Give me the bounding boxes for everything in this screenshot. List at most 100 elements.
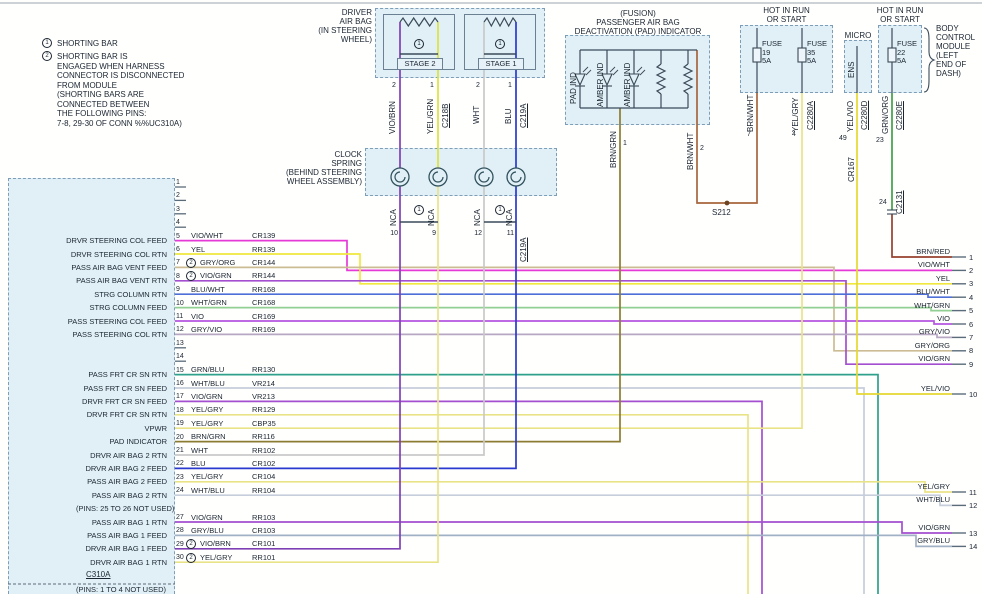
squib-pin: 2 bbox=[476, 81, 480, 90]
connector-label: C218B bbox=[441, 104, 450, 128]
wire-drvr-steering-col-rtn bbox=[175, 254, 952, 284]
wire-color-label: YEL/GRY bbox=[191, 472, 223, 481]
edge-pin-number: 7 bbox=[969, 333, 973, 342]
edge-wire-label: WHT/GRN bbox=[870, 301, 950, 310]
module-pin-number: 15 bbox=[176, 366, 184, 375]
connector-label: C2280A bbox=[806, 101, 815, 130]
wire-color-label: VIO bbox=[191, 312, 204, 321]
clock-spring-title: CLOCK SPRING (BEHIND STEERING WHEEL ASSE… bbox=[268, 150, 362, 186]
module-pin-number: 11 bbox=[176, 312, 183, 321]
module-pin-number: 8 bbox=[176, 272, 180, 281]
pins-not-used-note: (PINS: 1 TO 4 NOT USED) bbox=[76, 585, 166, 594]
shorting-bar-badge: 2 bbox=[42, 51, 52, 61]
micro-inner-label: ENS bbox=[847, 62, 856, 78]
edge-wire-label: YEL/VIO bbox=[870, 384, 950, 393]
wire-color-label: WHT/BLU bbox=[191, 379, 225, 388]
led-label: PAD IND bbox=[569, 72, 578, 104]
edge-wire-label: GRY/VIO bbox=[870, 327, 950, 336]
bcm-pin: 24 bbox=[879, 198, 887, 207]
circuit-label: RR104 bbox=[252, 486, 275, 495]
module-pin-number: 22 bbox=[176, 459, 184, 468]
wire-color-label: WHT bbox=[472, 106, 481, 124]
edge-wire-label: VIO/GRN bbox=[870, 523, 950, 532]
wire-drvr-air-bag-1-rtn bbox=[175, 186, 438, 562]
wire-color-label: VIO/GRN bbox=[191, 392, 223, 401]
fuse-22-label: FUSE 22 5A bbox=[897, 40, 917, 66]
wire-pass-air-bag-vent-feed bbox=[175, 267, 952, 350]
clockspring-pin: 11 bbox=[502, 229, 514, 238]
wire-color-label: WHT bbox=[191, 446, 208, 455]
pad-indicator-title: (FUSION) PASSENGER AIR BAG DEACTIVATION … bbox=[563, 9, 713, 36]
edge-pin-number: 8 bbox=[969, 346, 973, 355]
shorting-bar-badge: 2 bbox=[186, 553, 196, 563]
clockspring-pin: 9 bbox=[424, 229, 436, 238]
splice-label: S212 bbox=[712, 208, 731, 217]
module-pin-label: STRG COLUMN FEED bbox=[18, 303, 167, 312]
wire-color-label: NCA bbox=[389, 209, 398, 226]
led-label: AMBER IND bbox=[596, 63, 605, 107]
edge-wire-label: VIO/GRN bbox=[870, 354, 950, 363]
circuit-label: VR214 bbox=[252, 379, 275, 388]
module-pin-label: PASS AIR BAG 1 RTN bbox=[18, 518, 167, 527]
edge-pin-number: 4 bbox=[969, 293, 973, 302]
module-pin-label: PASS AIR BAG VENT FEED bbox=[18, 263, 167, 272]
shorting-bar-badge: 2 bbox=[186, 258, 196, 268]
module-pin-number: 5 bbox=[176, 232, 180, 241]
edge-pin-number: 10 bbox=[969, 390, 977, 399]
stage-2-label: STAGE 2 bbox=[397, 58, 443, 70]
circuit-label: CR139 bbox=[252, 231, 275, 240]
pad-pin: 2 bbox=[700, 144, 704, 153]
pins-not-used-note: (PINS: 25 TO 26 NOT USED) bbox=[76, 504, 174, 513]
circuit-label: RR129 bbox=[252, 405, 275, 414]
module-pin-label: PASS AIR BAG 2 FEED bbox=[18, 477, 167, 486]
wire-pass-air-bag-2-feed bbox=[175, 482, 952, 492]
module-pin-label: DRVR AIR BAG 1 FEED bbox=[18, 544, 167, 553]
module-pin-number: 30 bbox=[176, 553, 184, 562]
bcm-pin: 49 bbox=[839, 134, 847, 143]
stage-1-label: STAGE 1 bbox=[478, 58, 524, 70]
module-pin-number: 7 bbox=[176, 258, 180, 267]
wire-color-label: BRN/WHT bbox=[686, 133, 695, 170]
module-pin-number: 2 bbox=[176, 191, 180, 200]
shorting-note-1: SHORTING BAR bbox=[57, 39, 118, 48]
wire-color-label: VIO/WHT bbox=[191, 231, 223, 240]
wire-color-label: YEL/GRY bbox=[200, 553, 232, 562]
edge-wire-label: GRY/BLU bbox=[870, 536, 950, 545]
squib-pin: 1 bbox=[508, 81, 512, 90]
bcm-label: BODY CONTROL MODULE (LEFT END OF DASH) bbox=[936, 24, 975, 78]
edge-pin-number: 12 bbox=[969, 501, 977, 510]
edge-wire-label: GRY/ORG bbox=[870, 341, 950, 350]
module-pin-label: PASS AIR BAG 2 RTN bbox=[18, 491, 167, 500]
module-pin-number: 17 bbox=[176, 392, 184, 401]
module-pin-label: DRVR AIR BAG 2 FEED bbox=[18, 464, 167, 473]
wire-color-label: GRN/ORG bbox=[881, 96, 890, 134]
edge-wire-label: WHT/BLU bbox=[870, 495, 950, 504]
wire-color-label: BLU bbox=[191, 459, 206, 468]
edge-pin-number: 1 bbox=[969, 253, 973, 262]
circuit-label: CR103 bbox=[252, 526, 275, 535]
hot-in-run-start-1: HOT IN RUN OR START bbox=[740, 6, 833, 24]
wire-color-label: VIO/BRN bbox=[200, 539, 231, 548]
shorting-bar-badge: 1 bbox=[42, 38, 52, 48]
wire-pass-frt-cr-sn-rtn bbox=[175, 375, 878, 594]
module-pin-number: 13 bbox=[176, 339, 184, 348]
wire-color-label: BLU/WHT bbox=[191, 285, 225, 294]
wire-color-label: YEL/GRN bbox=[426, 99, 435, 134]
wire-color-label: BRN/GRN bbox=[609, 131, 618, 168]
edge-pin-number: 3 bbox=[969, 279, 973, 288]
module-pin-label: PASS STEERING COL RTN bbox=[18, 330, 167, 339]
wire-drvr-air-bag-2-feed bbox=[175, 186, 516, 468]
clockspring-pin: 12 bbox=[470, 229, 482, 238]
pad-pin: 1 bbox=[623, 139, 627, 148]
module-pin-number: 29 bbox=[176, 540, 184, 549]
squib-pin: 2 bbox=[392, 81, 396, 90]
driver-airbag-title: DRIVER AIR BAG (IN STEERING WHEEL) bbox=[280, 8, 372, 44]
circuit-label: CR144 bbox=[252, 258, 275, 267]
wire-color-label: VIO/GRN bbox=[200, 271, 232, 280]
wire-strg-column-rtn bbox=[175, 294, 952, 297]
connector-label: C219A bbox=[519, 238, 528, 262]
module-connector-label: C310A bbox=[86, 570, 110, 579]
edge-wire-label: YEL/GRY bbox=[870, 482, 950, 491]
module-pin-number: 23 bbox=[176, 473, 184, 482]
edge-pin-number: 14 bbox=[969, 542, 977, 551]
